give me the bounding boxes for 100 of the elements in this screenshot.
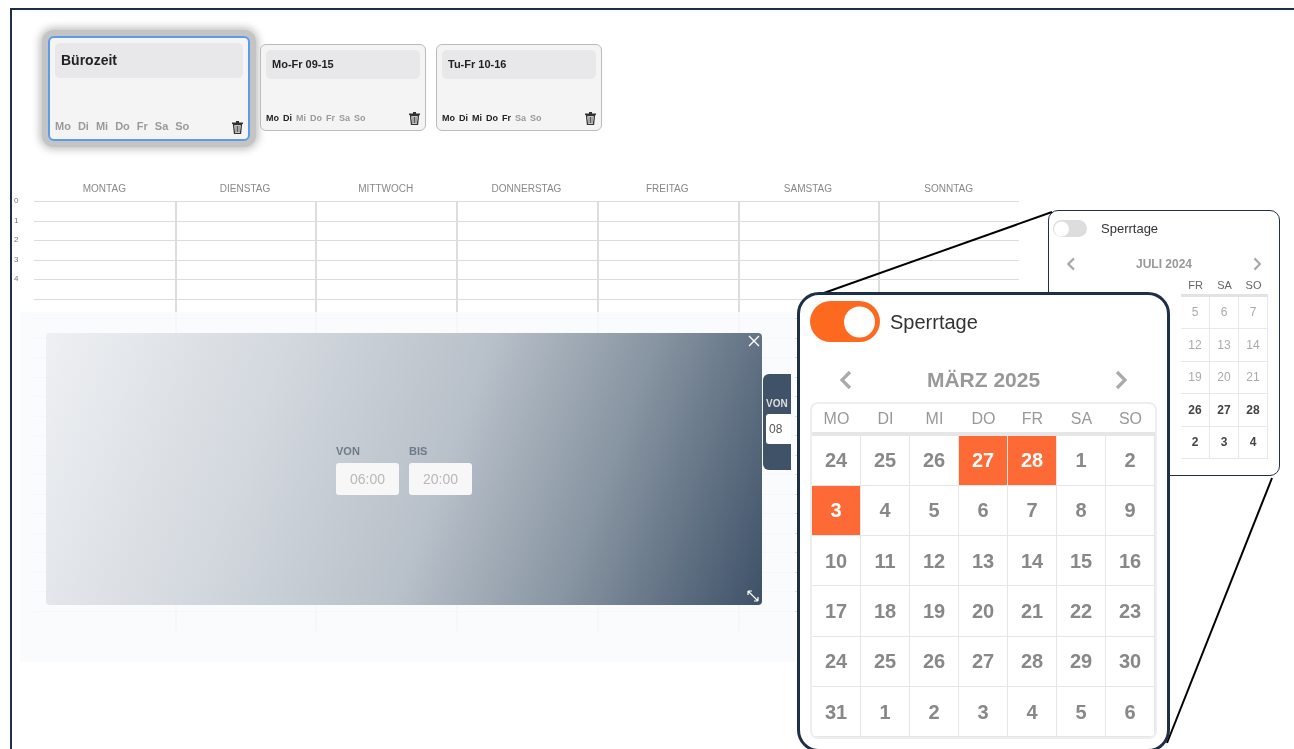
day-cell[interactable]: 2 [910, 687, 959, 738]
weekday-header: DO [970, 408, 997, 429]
day-cell[interactable]: 19 [1181, 361, 1210, 394]
day-cell[interactable]: 30 [1106, 636, 1155, 687]
day-cell[interactable]: 21 [1008, 586, 1057, 637]
day-cell[interactable]: 25 [861, 636, 910, 687]
weekday-label[interactable]: Sa [515, 111, 526, 125]
day-cell[interactable]: 5 [910, 485, 959, 537]
day-cell[interactable]: 20 [1210, 361, 1239, 394]
day-cell[interactable]: 28 [1239, 394, 1268, 427]
day-cell[interactable]: 5 [1057, 687, 1106, 738]
day-cell[interactable]: 16 [1106, 536, 1155, 587]
day-cell[interactable]: 1 [1057, 435, 1106, 486]
shift-card[interactable]: Tu-Fr 10-16 Mo Di Mi Do Fr Sa So [436, 44, 602, 131]
day-cell[interactable]: 2 [1106, 435, 1155, 486]
day-cell[interactable]: 28 [1008, 435, 1057, 486]
day-cell[interactable]: 3 [812, 485, 861, 537]
day-cell[interactable]: 7 [1239, 296, 1268, 329]
day-cell[interactable]: 9 [1106, 485, 1155, 537]
day-cell[interactable]: 27 [959, 435, 1008, 486]
day-cell[interactable]: 12 [1181, 329, 1210, 362]
day-cell[interactable]: 13 [959, 536, 1008, 587]
weekday-header: DI [876, 408, 895, 429]
shift-card[interactable]: Mo-Fr 09-15 Mo Di Mi Do Fr Sa So [260, 44, 426, 131]
trash-icon[interactable] [585, 112, 596, 125]
day-cell[interactable]: 14 [1008, 536, 1057, 587]
weekday-label[interactable]: So [530, 111, 542, 125]
toggle-switch[interactable] [1053, 220, 1087, 238]
time-input[interactable]: 06:00 [336, 463, 399, 496]
day-cell[interactable]: 15 [1057, 536, 1106, 587]
weekday-label[interactable]: Sa [154, 117, 169, 134]
day-cell[interactable]: 6 [959, 485, 1008, 537]
day-cell[interactable]: 20 [959, 586, 1008, 637]
previous-month-icon[interactable] [840, 369, 852, 390]
weekday-header: SO [1244, 277, 1263, 293]
next-month-icon[interactable] [1252, 256, 1261, 271]
weekday-label[interactable]: Di [77, 117, 89, 134]
day-cell[interactable]: 6 [1210, 296, 1239, 329]
day-cell[interactable]: 1 [861, 687, 910, 738]
day-cell[interactable]: 24 [812, 636, 861, 687]
trash-icon[interactable] [232, 121, 243, 134]
day-cell[interactable]: 4 [861, 485, 910, 537]
weekday-label[interactable]: Fr [326, 111, 335, 125]
weekday-label[interactable]: Do [115, 117, 130, 134]
weekday-label[interactable]: Fr [136, 117, 148, 134]
day-cell[interactable]: 29 [1057, 636, 1106, 687]
day-cell[interactable]: 4 [1239, 426, 1268, 459]
weekday-label[interactable]: Mi [472, 111, 482, 125]
day-cell[interactable]: 25 [861, 435, 910, 486]
day-cell[interactable]: 14 [1239, 329, 1268, 362]
weekday-label[interactable]: Mo [442, 111, 455, 125]
weekday-label[interactable]: Sa [339, 111, 350, 125]
day-cell[interactable]: 19 [910, 586, 959, 637]
weekday-label[interactable]: Mo [55, 117, 71, 134]
day-cell[interactable]: 3 [959, 687, 1008, 738]
day-cell[interactable]: 26 [1181, 394, 1210, 427]
day-cell[interactable]: 22 [1057, 586, 1106, 637]
hour-label: 3 [14, 253, 19, 266]
day-cell[interactable]: 27 [959, 636, 1008, 687]
day-cell[interactable]: 11 [861, 536, 910, 587]
close-icon[interactable] [748, 335, 760, 347]
weekday-label[interactable]: So [175, 117, 190, 134]
weekday-label[interactable]: Mo [266, 111, 279, 125]
day-cell[interactable]: 6 [1106, 687, 1155, 738]
month-title: MÄRZ 2025 [926, 367, 1041, 393]
toggle-switch[interactable] [810, 301, 880, 342]
day-cell[interactable]: 17 [812, 586, 861, 637]
day-cell[interactable]: 26 [910, 636, 959, 687]
weekday-header: MO [822, 408, 851, 429]
day-cell[interactable]: 10 [812, 536, 861, 587]
day-cell[interactable]: 7 [1008, 485, 1057, 537]
weekday-label[interactable]: So [354, 111, 366, 125]
day-cell[interactable]: 28 [1008, 636, 1057, 687]
day-cell[interactable]: 23 [1106, 586, 1155, 637]
next-month-icon[interactable] [1115, 369, 1127, 390]
resize-icon[interactable] [747, 590, 759, 602]
day-cell[interactable]: 2 [1181, 426, 1210, 459]
day-cell[interactable]: 21 [1239, 361, 1268, 394]
day-cell[interactable]: 24 [812, 435, 861, 486]
time-input[interactable]: 20:00 [409, 463, 472, 496]
day-cell[interactable]: 13 [1210, 329, 1239, 362]
day-cell[interactable]: 5 [1181, 296, 1210, 329]
weekday-label[interactable]: Mi [95, 117, 109, 134]
time-input[interactable]: 08 [766, 414, 791, 444]
day-cell[interactable]: 31 [812, 687, 861, 738]
day-cell[interactable]: 8 [1057, 485, 1106, 537]
day-cell[interactable]: 4 [1008, 687, 1057, 738]
day-cell[interactable]: 12 [910, 536, 959, 587]
trash-icon[interactable] [409, 112, 420, 125]
weekday-label[interactable]: Di [283, 111, 292, 125]
weekday-label[interactable]: Do [310, 111, 322, 125]
previous-month-icon[interactable] [1067, 256, 1076, 271]
day-cell[interactable]: 3 [1210, 426, 1239, 459]
weekday-label[interactable]: Fr [502, 111, 511, 125]
weekday-label[interactable]: Do [486, 111, 498, 125]
day-cell[interactable]: 18 [861, 586, 910, 637]
weekday-label[interactable]: Di [459, 111, 468, 125]
column-header: FREITAG [644, 182, 690, 196]
weekday-label[interactable]: Mi [296, 111, 306, 125]
day-cell[interactable]: 27 [1210, 394, 1239, 427]
